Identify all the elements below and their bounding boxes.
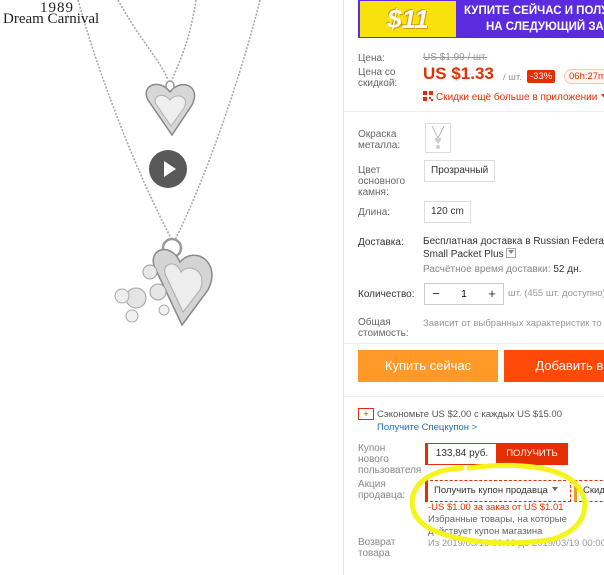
special-coupon-link[interactable]: Получите Спецкупон >: [377, 422, 477, 433]
savings-text: Сэкономьте US $2.00 с каждых US $15.00: [377, 409, 562, 420]
banner-line1: КУПИТЕ СЕЙЧАС И ПОЛУ: [464, 5, 604, 17]
promo-banner[interactable]: $11 КУПИТЕ СЕЙЧАС И ПОЛУ НА СЛЕДУЮЩИЙ ЗА: [358, 0, 604, 38]
coupon-desc-line2: действует купон магазина: [428, 526, 543, 537]
stone-color-option[interactable]: Прозрачный: [424, 160, 496, 182]
seller-coupon-panel: -US $1.00 за заказ от US $1.01 Избранные…: [428, 502, 604, 557]
seller-discount-dropdown[interactable]: Скид: [574, 480, 604, 502]
stock-available: шт. (455 шт. доступно): [508, 288, 604, 299]
quantity-stepper: − +: [424, 283, 504, 305]
sale-price: US $1.33: [423, 64, 494, 83]
separator: [344, 111, 604, 112]
metal-color-label: Окраска металла:: [358, 129, 401, 151]
shipping-label: Доставка:: [358, 237, 404, 248]
coupon-desc-line1: Избранные товары, на которые: [428, 514, 567, 525]
total-note: Зависит от выбранных характеристик то: [423, 318, 602, 329]
coupon-dates: Из 2019/03/18 00:00 до 2019/03/19 00:00: [428, 538, 604, 549]
banner-line2: НА СЛЕДУЮЩИЙ ЗА: [486, 21, 604, 33]
shipping-line1: Бесплатная доставка в Russian Federat: [423, 236, 604, 247]
price-label: Цена:: [358, 53, 385, 64]
total-label: Общая стоимость:: [358, 317, 409, 339]
length-option[interactable]: 120 cm: [424, 201, 471, 223]
delivery-label: Расчётное время доставки:: [423, 264, 551, 275]
price-unit: / шт.: [503, 72, 522, 83]
seller-coupon-dropdown[interactable]: Получить купон продавца: [425, 480, 571, 502]
delivery-value: 52 дн.: [553, 264, 582, 275]
quantity-input[interactable]: [447, 284, 481, 304]
new-user-coupon-amount: 133,84 руб.: [425, 443, 497, 465]
add-to-cart-button[interactable]: Добавить в к: [504, 350, 604, 382]
product-info: $11 КУПИТЕ СЕЙЧАС И ПОЛУ НА СЛЕДУЮЩИЙ ЗА…: [344, 0, 604, 575]
countdown-timer: 06h:27m: [564, 69, 604, 84]
qr-code-icon: [423, 91, 433, 101]
necklace-image: [77, 0, 261, 327]
old-price: US $1.99 / шт.: [423, 52, 488, 63]
necklace-thumbnail-icon: [431, 125, 445, 149]
get-coupon-button[interactable]: ПОЛУЧИТЬ: [496, 443, 568, 465]
seller-coupon-dropdown-label: Получить купон продавца: [434, 485, 548, 496]
returns-label: Возврат товара: [358, 537, 396, 559]
quantity-label: Количество:: [358, 289, 415, 300]
new-user-coupon-label: Купон нового пользователя: [358, 443, 422, 476]
length-label: Длина:: [358, 207, 391, 218]
buy-now-button[interactable]: Купить сейчас: [358, 350, 498, 382]
chevron-down-icon: [551, 487, 558, 491]
delivery-time: Расчётное время доставки: 52 дн.: [423, 264, 581, 275]
banner-badge: $11: [360, 1, 456, 37]
separator: [344, 396, 604, 397]
coupon-icon: +: [358, 408, 374, 420]
stone-color-label: Цвет основного камня:: [358, 165, 406, 198]
app-discount-text: Скидки ещё больше в приложении: [436, 92, 598, 103]
coupon-condition: -US $1.00 за заказ от US $1.01: [428, 502, 564, 513]
quantity-increase-button[interactable]: +: [481, 284, 503, 304]
brand-name: Dream Carnival: [3, 11, 100, 27]
shipping-method: Small Packet Plus: [423, 249, 504, 260]
shipping-method-dropdown[interactable]: [505, 248, 516, 258]
discount-badge: -33%: [527, 70, 556, 83]
seller-promo-label: Акция продавца:: [358, 479, 406, 501]
discount-price-label: Цена со скидкой:: [358, 67, 398, 89]
play-video-button[interactable]: [149, 150, 187, 188]
app-discount-link[interactable]: Скидки ещё больше в приложении: [423, 91, 604, 103]
product-gallery: 1989 Dream Carnival: [0, 0, 340, 575]
separator: [344, 343, 604, 344]
metal-color-option[interactable]: [425, 123, 451, 153]
quantity-decrease-button[interactable]: −: [425, 284, 447, 304]
shipping-info: Бесплатная доставка в Russian Federat Sm…: [423, 236, 604, 261]
